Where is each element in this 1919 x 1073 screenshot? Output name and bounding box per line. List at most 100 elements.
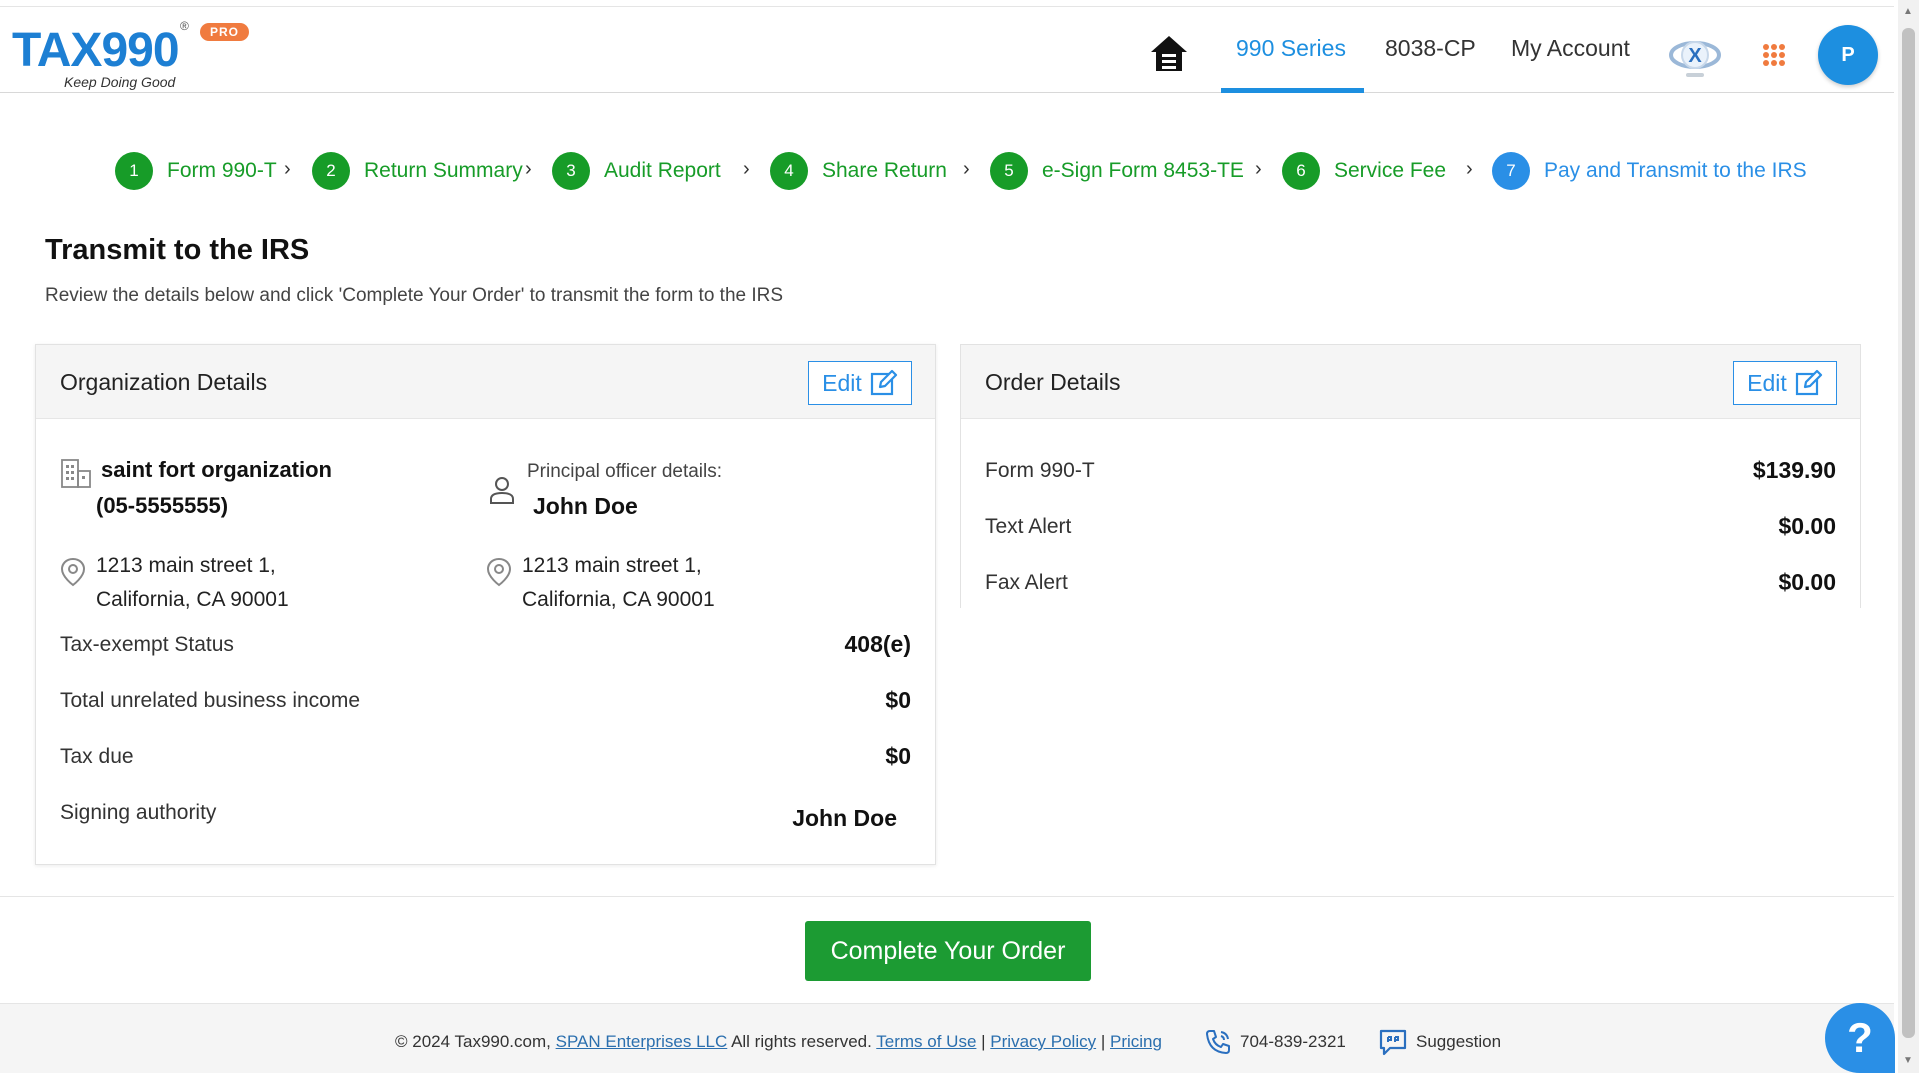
nav-my-account[interactable]: My Account [1511,35,1630,62]
step-label: Audit Report [604,159,721,182]
person-icon [490,477,514,504]
step-label: Return Summary [364,159,523,182]
step-number: 7 [1492,152,1530,190]
step-share-return[interactable]: 4 Share Return [770,152,947,190]
nav-990-series[interactable]: 990 Series [1236,35,1346,62]
order-form-990t-label: Form 990-T [985,459,1095,482]
logo-tagline: Keep Doing Good [64,74,176,90]
step-form-990t[interactable]: 1 Form 990-T [115,152,277,190]
principal-officer-name: John Doe [533,493,638,519]
apps-grid-icon[interactable] [1762,43,1786,67]
support-phone[interactable]: 704-839-2321 [1240,1032,1346,1052]
organization-name: saint fort organization [101,457,332,482]
pricing-link[interactable]: Pricing [1110,1032,1162,1051]
edit-organization-button[interactable]: Edit [808,361,912,405]
chevron-right-icon: › [525,158,532,180]
fax-alert-value: $0.00 [1778,569,1836,595]
step-esign-form[interactable]: 5 e-Sign Form 8453-TE [990,152,1244,190]
edit-icon [1795,369,1822,396]
suggestion-link[interactable]: Suggestion [1416,1032,1501,1052]
card-header: Order Details Edit [961,345,1860,419]
location-pin-icon [486,557,512,587]
unrelated-income-value: $0 [885,687,911,713]
nav-8038-cp[interactable]: 8038-CP [1385,35,1476,62]
edit-order-button[interactable]: Edit [1733,361,1837,405]
step-label: Service Fee [1334,159,1447,182]
organization-address: 1213 main street 1, California, CA 90001 [96,549,289,609]
page-title: Transmit to the IRS [45,234,310,266]
tax990-logo[interactable]: TAX990 ® PRO Keep Doing Good [12,19,252,90]
step-number: 2 [312,152,350,190]
complete-your-order-button[interactable]: Complete Your Order [805,921,1091,981]
span-enterprises-link[interactable]: SPAN Enterprises LLC [556,1032,728,1051]
step-number: 5 [990,152,1028,190]
address-line-2: California, CA 90001 [96,588,289,609]
rights-text: All rights reserved. [731,1032,872,1051]
page-subtitle: Review the details below and click 'Comp… [45,285,784,306]
location-pin-icon [60,557,86,587]
active-nav-indicator [1221,88,1364,93]
action-bar: Complete Your Order [0,896,1894,1004]
logo-wordmark: TAX990 [12,24,180,77]
pro-badge: PRO [200,23,250,41]
chevron-right-icon: › [743,158,750,180]
footer-copyright-line: © 2024 Tax990.com, SPAN Enterprises LLC … [395,1032,1162,1052]
scroll-thumb[interactable] [1902,28,1915,1038]
address-line-1: 1213 main street 1, [522,554,702,577]
step-audit-report[interactable]: 3 Audit Report [552,152,721,190]
step-number: 4 [770,152,808,190]
edit-button-label: Edit [1747,369,1787,396]
page-footer: © 2024 Tax990.com, SPAN Enterprises LLC … [0,1004,1894,1073]
text-alert-value: $0.00 [1778,513,1836,539]
tax-exempt-status-value: 408(e) [844,631,911,657]
unrelated-income-label: Total unrelated business income [60,689,361,712]
tax-exempt-status-label: Tax-exempt Status [60,633,234,656]
chevron-right-icon: › [1255,158,1262,180]
user-avatar[interactable]: P [1818,25,1878,85]
step-label: Pay and Transmit to the IRS [1544,159,1807,182]
footer-separator: | [1100,1032,1106,1051]
fax-alert-label: Fax Alert [985,571,1068,594]
address-line-2: California, CA 90001 [522,588,715,609]
card-title: Organization Details [60,369,268,395]
page-scrollbar[interactable]: ▲ ▼ [1898,0,1919,1073]
address-line-1: 1213 main street 1, [96,554,276,577]
suggestion-icon[interactable] [1378,1028,1408,1056]
copyright-text: © 2024 Tax990.com, [395,1032,551,1051]
edit-icon [870,369,897,396]
officer-address: 1213 main street 1, California, CA 90001 [522,549,715,609]
signing-authority-value: John Doe [792,805,897,831]
text-alert-label: Text Alert [985,515,1072,538]
step-label: e-Sign Form 8453-TE [1042,159,1244,182]
principal-officer-caption: Principal officer details: [527,461,723,482]
card-header: Organization Details Edit [36,345,935,419]
step-service-fee[interactable]: 6 Service Fee [1282,152,1446,190]
step-label: Share Return [822,159,947,182]
phone-icon [1206,1030,1230,1054]
order-form-990t-value: $139.90 [1752,457,1836,483]
step-number: 1 [115,152,153,190]
registered-mark: ® [180,19,189,33]
svg-text:X: X [1688,45,1702,67]
chevron-right-icon: › [963,158,970,180]
step-pay-and-transmit[interactable]: 7 Pay and Transmit to the IRS [1492,152,1807,190]
x-logo-icon[interactable]: X [1668,29,1722,81]
terms-of-use-link[interactable]: Terms of Use [876,1032,976,1051]
step-number: 3 [552,152,590,190]
signing-authority-label: Signing authority [60,801,217,824]
step-number: 6 [1282,152,1320,190]
help-button[interactable]: ? [1825,1003,1895,1073]
chevron-right-icon: › [1466,158,1473,180]
progress-stepper: 1 Form 990-T › 2 Return Summary › 3 Audi… [0,152,1894,192]
privacy-policy-link[interactable]: Privacy Policy [990,1032,1096,1051]
step-return-summary[interactable]: 2 Return Summary [312,152,523,190]
scroll-down-arrow-icon[interactable]: ▼ [1903,1055,1913,1066]
tax-due-label: Tax due [60,745,134,768]
order-details-card: Order Details Edit Form 990-T $139.90 Te… [960,344,1861,608]
scroll-up-arrow-icon[interactable]: ▲ [1903,6,1913,17]
card-title: Order Details [985,369,1121,395]
home-icon[interactable] [1148,33,1190,75]
organization-details-card: Organization Details Edit saint fort org… [35,344,936,865]
chevron-right-icon: › [284,158,291,180]
edit-button-label: Edit [822,369,862,396]
